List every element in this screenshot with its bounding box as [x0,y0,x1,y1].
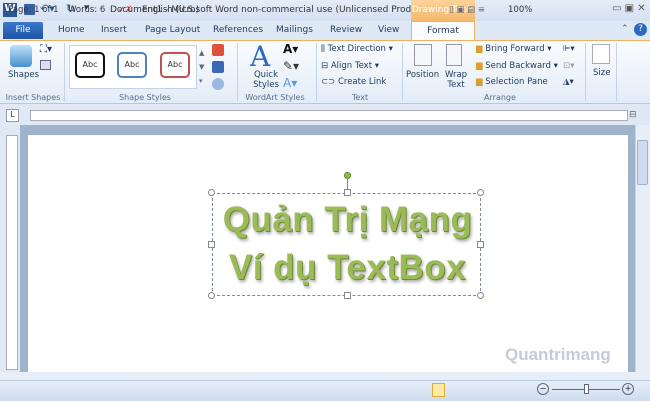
tab-selector[interactable]: L [6,109,19,122]
shape-fill-icon[interactable] [212,44,224,56]
resize-handle[interactable] [208,292,215,299]
watermark-logo: Quantrimang [505,345,611,364]
shapes-button[interactable]: Shapes [8,70,39,80]
tab-page-layout[interactable]: Page Layout [145,25,200,35]
send-backward-icon: ▆ [476,61,486,71]
shape-style-red[interactable]: Abc [160,52,190,78]
zoom-slider-thumb[interactable] [584,384,589,394]
size-icon[interactable] [592,44,610,64]
send-backward-label: Send Backward [485,61,551,71]
align-text-icon: ⊟ [321,61,331,71]
position-icon[interactable] [414,44,432,66]
size-button[interactable]: Size [593,68,610,78]
view-buttons[interactable]: ▯ ▣ ▤ ≡ [449,5,485,15]
position-button[interactable]: Position [406,70,439,80]
bring-forward-icon: ▆ [476,44,486,54]
rotation-handle[interactable] [344,172,351,179]
zoom-in-icon[interactable]: + [622,383,634,395]
vertical-ruler[interactable] [6,135,18,370]
window-controls[interactable]: ▭ ▣ ✕ [612,3,646,14]
textbox[interactable]: Quản Trị Mạng Ví dụ TextBox [212,193,481,296]
minimize-ribbon-icon[interactable]: ⌃ [621,24,629,34]
link-icon: ⊂⊃ [321,77,338,87]
shape-effects-icon[interactable] [212,78,224,90]
language[interactable]: English (U.S.) [142,5,199,15]
create-link-button[interactable]: ⊂⊃ Create Link [321,77,386,87]
group-wordart-styles: WordArt Styles [245,93,305,102]
group-shape-styles: Shape Styles [119,93,171,102]
bring-forward-button[interactable]: ▆ Bring Forward ▾ [476,44,552,54]
group-arrange: Arrange [484,93,516,102]
group-icon[interactable]: ⊡▾ [563,61,574,71]
text-fill-icon[interactable]: A▾ [283,42,298,56]
edit-shape-icon[interactable]: ⛶▾ [40,44,52,55]
resize-handle[interactable] [477,292,484,299]
group-insert-shapes: Insert Shapes [5,93,61,102]
resize-handle[interactable] [344,189,351,196]
horizontal-ruler[interactable] [30,110,628,121]
tab-insert[interactable]: Insert [101,25,127,35]
tab-references[interactable]: References [213,25,263,35]
wrap-text-button[interactable]: Wrap Text [444,70,468,90]
send-backward-button[interactable]: ▆ Send Backward ▾ [476,61,558,71]
tab-mailings[interactable]: Mailings [276,25,313,35]
shapes-icon[interactable] [10,45,32,67]
shape-outline-icon[interactable] [212,61,224,73]
text-direction-button[interactable]: ⫼ Text Direction ▾ [321,44,393,54]
align-text-button[interactable]: ⊟ Align Text ▾ [321,61,379,71]
page-count[interactable]: Page: 1 of 1 [8,5,59,15]
word-count[interactable]: Words: 6 [68,5,105,15]
tab-format[interactable]: Format [411,21,475,41]
shape-style-black[interactable]: Abc [75,52,105,78]
text-effects-icon[interactable]: A▾ [283,76,297,90]
scroll-thumb[interactable] [637,140,648,185]
text-direction-label: Text Direction [327,44,386,54]
resize-handle[interactable] [477,189,484,196]
view-ruler-icon[interactable]: ⊟ [629,110,637,120]
text-outline-icon[interactable]: ✎▾ [283,59,299,73]
zoom-level[interactable]: 100% [508,5,532,15]
gallery-scroll[interactable]: ▲ ▼ ▾ [199,46,204,88]
print-layout-icon[interactable] [432,383,445,397]
resize-handle[interactable] [208,189,215,196]
proofing-icon[interactable]: ✓✗ [118,5,132,15]
shape-style-blue[interactable]: Abc [117,52,147,78]
draw-textbox-icon[interactable] [40,60,51,70]
help-icon[interactable]: ? [634,23,647,36]
resize-handle[interactable] [208,241,215,248]
create-link-label: Create Link [337,77,387,87]
selection-pane-label: Selection Pane [485,77,548,87]
group-text: Text [351,93,369,102]
wordart-line-2[interactable]: Ví dụ TextBox [213,248,482,288]
text-direction-icon: ⫼ [321,44,328,54]
tab-review[interactable]: Review [330,25,362,35]
quick-styles-button[interactable]: Quick Styles [251,70,281,90]
rotate-icon[interactable]: ◮▾ [563,77,574,87]
zoom-out-icon[interactable]: − [537,383,549,395]
align-text-label: Align Text [330,61,373,71]
resize-handle[interactable] [477,241,484,248]
resize-handle[interactable] [344,292,351,299]
tab-file[interactable]: File [3,22,43,39]
selection-pane-icon: ▆ [476,77,486,87]
tab-home[interactable]: Home [58,25,85,35]
wrap-text-icon[interactable] [446,44,462,66]
align-icon[interactable]: ⊫▾ [563,44,575,54]
quick-styles-icon[interactable]: A [250,40,270,73]
status-bar [0,380,650,401]
tab-view[interactable]: View [378,25,399,35]
selection-pane-button[interactable]: ▆ Selection Pane [476,77,548,87]
horizontal-scrollbar[interactable] [0,372,650,380]
bring-forward-label: Bring Forward [485,44,545,54]
wordart-line-1[interactable]: Quản Trị Mạng [213,200,482,240]
